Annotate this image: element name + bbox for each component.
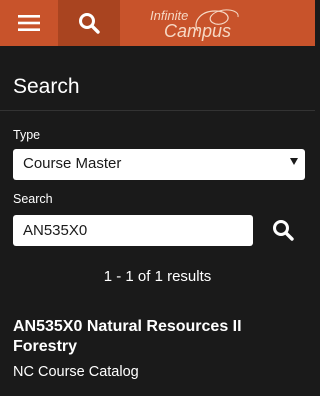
dropdown-arrow-icon [290, 158, 298, 165]
infinite-campus-logo: Infinite Campus [140, 3, 260, 43]
type-select-value: Course Master [23, 155, 122, 172]
search-result-item[interactable]: AN535X0 Natural Resources II Forestry NC… [0, 306, 315, 396]
results-count: 1 - 1 of 1 results [103, 268, 212, 285]
type-select[interactable]: Course Master [13, 149, 305, 180]
logo-text-line2: Campus [164, 21, 232, 41]
top-navigation-bar: Infinite Campus [0, 0, 315, 46]
page-title: Search [13, 75, 80, 98]
page-header: Search [0, 66, 315, 111]
search-icon [273, 220, 294, 241]
search-icon [79, 13, 100, 34]
search-input[interactable] [13, 215, 253, 246]
type-label: Type [13, 128, 41, 142]
search-nav-button[interactable] [58, 0, 120, 46]
search-submit-button[interactable] [267, 214, 299, 246]
search-label: Search [13, 192, 53, 206]
result-title: AN535X0 Natural Resources II Forestry [13, 318, 242, 355]
result-subtitle: NC Course Catalog [13, 364, 139, 380]
menu-button[interactable] [0, 0, 58, 46]
hamburger-menu-icon [18, 15, 40, 31]
